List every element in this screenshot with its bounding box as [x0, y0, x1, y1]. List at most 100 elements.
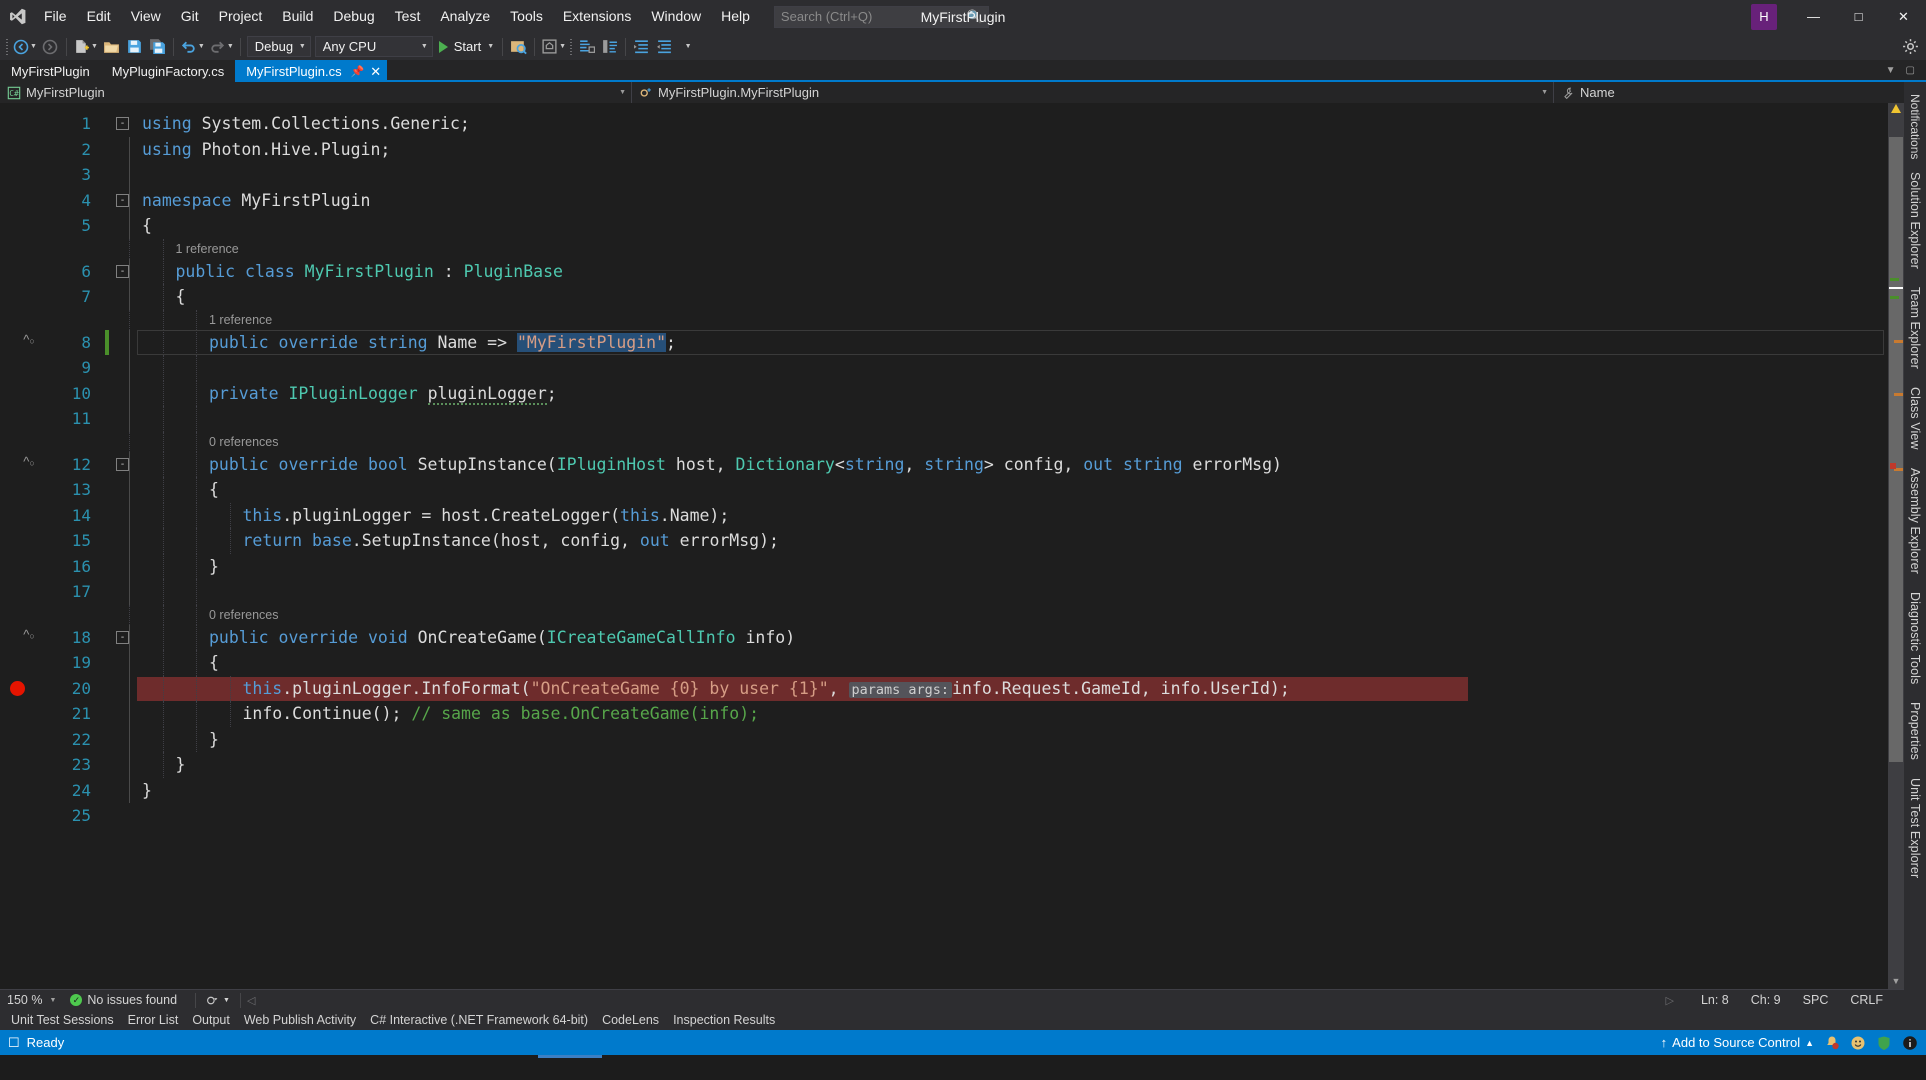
- code-text[interactable]: {: [176, 287, 186, 306]
- menu-item-project[interactable]: Project: [209, 0, 273, 33]
- vtab-assembly-explorer[interactable]: Assembly Explorer: [1905, 459, 1925, 583]
- code-line[interactable]: 24}: [0, 777, 1888, 803]
- code-line[interactable]: 6 - public class MyFirstPlugin : PluginBas…: [0, 258, 1888, 284]
- uncomment-icon[interactable]: [598, 35, 621, 58]
- chevron-down-icon[interactable]: ▼: [227, 43, 234, 50]
- fold-toggle[interactable]: -: [116, 264, 129, 278]
- breadcrumb-project[interactable]: C# MyFirstPlugin ▼: [0, 82, 632, 103]
- codelens-annotation[interactable]: 0 references: [0, 431, 1888, 452]
- chevron-down-icon[interactable]: ▼: [1541, 89, 1548, 96]
- dock-tab-error-list[interactable]: Error List: [121, 1010, 186, 1030]
- open-file-icon[interactable]: [100, 35, 123, 58]
- chevron-down-icon[interactable]: ▼: [559, 43, 566, 50]
- code-text[interactable]: public override bool SetupInstance(IPlug…: [209, 455, 1282, 474]
- close-tab-icon[interactable]: ✕: [370, 65, 381, 78]
- tab-float-icon[interactable]: ▢: [1901, 65, 1920, 76]
- code-line[interactable]: 10 private IPluginLogger pluginLogger;: [0, 380, 1888, 406]
- vtab-properties[interactable]: Properties: [1905, 693, 1925, 769]
- navigate-back-icon[interactable]: ▼: [11, 35, 39, 58]
- info-icon[interactable]: [1902, 1035, 1918, 1051]
- code-text[interactable]: this.pluginLogger = host.CreateLogger(th…: [243, 506, 730, 525]
- code-text[interactable]: public class MyFirstPlugin : PluginBase: [176, 262, 563, 281]
- navigate-forward-icon[interactable]: [39, 35, 62, 58]
- increase-indent-icon[interactable]: [630, 35, 653, 58]
- code-line[interactable]: 2 using Photon.Hive.Plugin;: [0, 136, 1888, 162]
- scrollbar-map[interactable]: ▲ ▼: [1888, 103, 1904, 989]
- menu-item-extensions[interactable]: Extensions: [553, 0, 641, 33]
- indentation-mode[interactable]: SPC: [1792, 993, 1840, 1007]
- code-text[interactable]: }: [209, 557, 219, 576]
- code-editor[interactable]: 1- using System.Collections.Generic; 2 usin…: [0, 103, 1888, 989]
- code-text[interactable]: }: [142, 781, 152, 800]
- code-line[interactable]: 9: [0, 355, 1888, 381]
- tab-overflow-icon[interactable]: ▼: [1881, 65, 1901, 76]
- dock-tab-codelens[interactable]: CodeLens: [595, 1010, 666, 1030]
- menu-item-debug[interactable]: Debug: [323, 0, 384, 33]
- toolbar-grip[interactable]: [568, 37, 575, 56]
- dock-tab-inspection-results[interactable]: Inspection Results: [666, 1010, 782, 1030]
- code-text[interactable]: }: [176, 755, 186, 774]
- chevron-down-icon[interactable]: ▼: [198, 43, 205, 50]
- line-ending-mode[interactable]: CRLF: [1839, 993, 1894, 1007]
- vtab-solution-explorer[interactable]: Solution Explorer: [1905, 163, 1925, 278]
- tab-mypluginfactory-cs[interactable]: MyPluginFactory.cs: [100, 60, 236, 82]
- preview-selected-items-icon[interactable]: [507, 35, 530, 58]
- tab-myfirstplugin[interactable]: MyFirstPlugin: [0, 60, 101, 82]
- solution-platform-dropdown[interactable]: Any CPU ▼: [314, 36, 433, 57]
- code-text[interactable]: namespace MyFirstPlugin: [142, 191, 370, 210]
- code-line[interactable]: 22}: [0, 726, 1888, 752]
- vtab-unit-test-explorer[interactable]: Unit Test Explorer: [1905, 769, 1925, 887]
- code-text[interactable]: {: [142, 216, 152, 235]
- decrease-indent-icon[interactable]: [653, 35, 676, 58]
- chevron-down-icon[interactable]: ▼: [30, 43, 37, 50]
- code-text[interactable]: this.pluginLogger.InfoFormat("OnCreateGa…: [243, 679, 1290, 698]
- feedback-smiley-icon[interactable]: [1850, 1035, 1866, 1051]
- menu-item-file[interactable]: File: [34, 0, 77, 33]
- menu-item-tools[interactable]: Tools: [500, 0, 553, 33]
- fold-toggle[interactable]: -: [116, 457, 129, 471]
- vtab-team-explorer[interactable]: Team Explorer: [1905, 278, 1925, 378]
- breadcrumb-member[interactable]: Name: [1554, 82, 1904, 103]
- code-line[interactable]: 13 {: [0, 477, 1888, 503]
- code-text[interactable]: }: [209, 730, 219, 749]
- inheritance-margin-icon[interactable]: ^○: [18, 454, 40, 469]
- undo-icon[interactable]: ▼: [178, 35, 207, 58]
- toolbar-grip[interactable]: [4, 37, 11, 56]
- code-text[interactable]: using Photon.Hive.Plugin;: [142, 140, 390, 159]
- issue-filter-dropdown[interactable]: ▼: [202, 994, 234, 1007]
- code-line[interactable]: 19 {: [0, 650, 1888, 676]
- breakpoint-icon[interactable]: [10, 680, 25, 696]
- chevron-down-icon[interactable]: ▼: [91, 43, 98, 50]
- fold-toggle[interactable]: -: [116, 117, 129, 130]
- code-line[interactable]: 7{: [0, 284, 1888, 310]
- next-issue-arrow[interactable]: ▷: [1654, 994, 1689, 1007]
- code-text[interactable]: public override void OnCreateGame(ICreat…: [209, 628, 795, 647]
- chevron-down-icon[interactable]: ▼: [619, 89, 626, 96]
- menu-item-window[interactable]: Window: [641, 0, 711, 33]
- inheritance-margin-icon[interactable]: ^○: [18, 627, 40, 642]
- tab-myfirstplugin-cs[interactable]: MyFirstPlugin.cs 📌 ✕: [235, 60, 388, 82]
- user-avatar[interactable]: H: [1751, 3, 1777, 30]
- code-text[interactable]: {: [209, 653, 219, 672]
- toolbar-overflow-icon[interactable]: ▼: [676, 35, 699, 58]
- code-line[interactable]: 16}: [0, 553, 1888, 579]
- save-icon[interactable]: [123, 35, 146, 58]
- codelens-annotation[interactable]: 1 reference: [0, 309, 1888, 330]
- code-line[interactable]: ^○ 12 - public override bool SetupInstance(…: [0, 451, 1888, 477]
- menu-item-build[interactable]: Build: [272, 0, 323, 33]
- inheritance-margin-icon[interactable]: ^○: [18, 332, 40, 347]
- quick-launch-search[interactable]: 🔍: [773, 5, 989, 28]
- dock-tab-unit-test-sessions[interactable]: Unit Test Sessions: [4, 1010, 121, 1030]
- code-text[interactable]: private IPluginLogger pluginLogger;: [209, 383, 557, 405]
- dock-tab-web-publish-activity[interactable]: Web Publish Activity: [237, 1010, 363, 1030]
- vtab-notifications[interactable]: Notifications: [1906, 90, 1924, 163]
- code-text[interactable]: info.Continue(); // same as base.OnCreat…: [243, 704, 760, 723]
- fold-toggle[interactable]: -: [116, 193, 129, 207]
- menu-item-view[interactable]: View: [121, 0, 171, 33]
- live-share-icon[interactable]: ▼: [539, 35, 568, 58]
- code-line[interactable]: ^○ 8 public override string Name => "MyFir…: [0, 329, 1888, 355]
- save-all-icon[interactable]: [146, 35, 169, 58]
- scrollbar-thumb[interactable]: [1889, 137, 1903, 762]
- zoom-level-dropdown[interactable]: 150 % ▼: [0, 993, 62, 1007]
- quick-launch-settings-icon[interactable]: [1899, 35, 1922, 58]
